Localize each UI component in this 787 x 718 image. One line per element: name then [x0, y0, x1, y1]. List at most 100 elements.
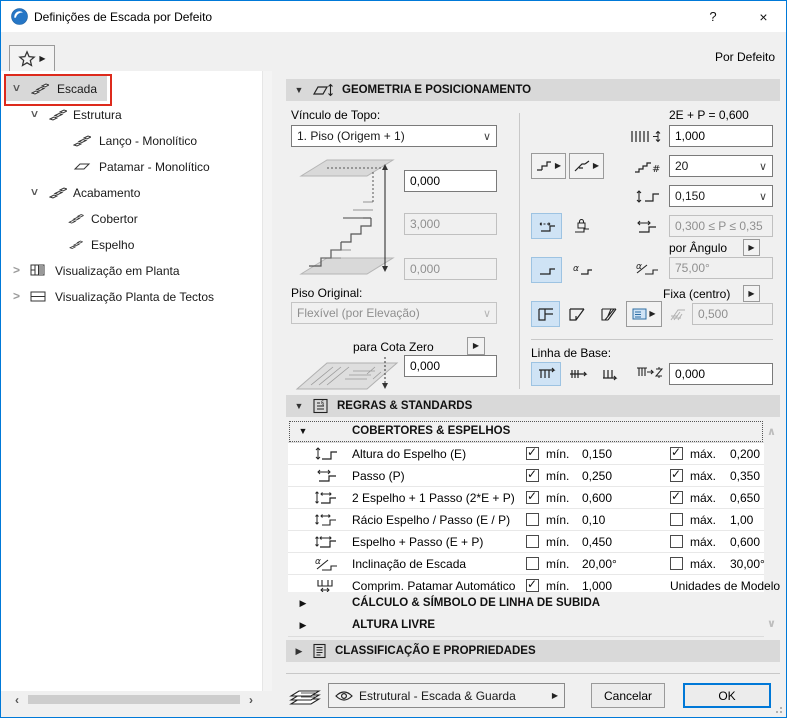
offset-to-top-field[interactable] — [404, 170, 497, 192]
offset-to-bottom-field — [404, 258, 497, 280]
min-value[interactable]: 0,150 — [582, 447, 670, 461]
resize-grip[interactable] — [774, 705, 782, 713]
going-lock-toggle[interactable] — [566, 213, 597, 239]
riser-plus-going-icon — [288, 534, 352, 550]
scroll-down-icon[interactable]: ∨ — [767, 617, 776, 630]
chevron-down-icon[interactable]: > — [28, 188, 42, 195]
min-checkbox[interactable] — [526, 445, 539, 460]
section-title: CLASSIFICAÇÃO E PROPRIEDADES — [335, 645, 536, 657]
section-title: REGRAS & STANDARDS — [337, 400, 473, 412]
tree-item-label: Estrutura — [73, 108, 122, 122]
stair-solution-flyout-button[interactable]: ▶ — [531, 153, 566, 179]
rule-row-two-risers-one-going: 2 Espelho + 1 Passo (2*E + P) mín. 0,600… — [288, 487, 764, 509]
winder-type-diagonal-button[interactable] — [562, 301, 591, 327]
dialog-title: Definições de Escada por Defeito — [34, 10, 213, 24]
tree-item-espelho[interactable]: Espelho — [1, 235, 259, 257]
chevron-right-icon[interactable]: > — [13, 289, 20, 303]
baseline-offset-field[interactable] — [669, 363, 773, 385]
scroll-right-icon[interactable]: › — [249, 693, 253, 707]
max-value[interactable]: 0,650 — [730, 491, 764, 505]
max-value[interactable]: 30,00° — [730, 557, 765, 571]
layer-selector-button[interactable]: Estrutural - Escada & Guarda ▶ — [328, 683, 565, 708]
to-zero-field[interactable] — [404, 355, 497, 377]
max-checkbox[interactable] — [670, 557, 683, 570]
min-value[interactable]: 1,000 — [582, 579, 670, 593]
floor-plan-view-icon — [29, 262, 47, 278]
min-value[interactable]: 0,250 — [582, 469, 670, 483]
subsection-headroom[interactable]: ▶ ALTURA LIVRE — [288, 614, 764, 637]
riser-height-select[interactable]: 0,150 ∨ — [669, 185, 773, 207]
tree-item-estrutura[interactable]: > Estrutura — [1, 105, 259, 127]
classification-icon — [312, 643, 327, 659]
collapse-triangle-icon: ▼ — [294, 401, 304, 411]
fixed-center-flyout-button[interactable]: ▶ — [743, 285, 760, 302]
min-checkbox[interactable] — [526, 535, 539, 548]
help-button[interactable]: ? — [693, 1, 733, 32]
favorites-button[interactable]: ▶ — [9, 45, 55, 72]
max-checkbox[interactable] — [670, 513, 683, 526]
title-bar[interactable]: Definições de Escada por Defeito ? × — [1, 1, 786, 32]
winder-custom-flyout-button[interactable]: ▶ — [626, 301, 662, 327]
winder-type-landing-button[interactable] — [531, 301, 560, 327]
going-icon — [288, 468, 352, 484]
close-button[interactable]: × — [741, 1, 786, 32]
chevron-down-icon: ∨ — [758, 160, 767, 173]
tree-item-lanco-monolitico[interactable]: Lanço - Monolítico — [1, 131, 259, 153]
scroll-up-icon[interactable]: ∧ — [767, 425, 776, 438]
section-rules-header[interactable]: ▼ § REGRAS & STANDARDS — [286, 395, 780, 417]
min-checkbox[interactable] — [526, 513, 539, 526]
tree-item-patamar-monolitico[interactable]: Patamar - Monolítico — [1, 157, 259, 179]
baseline-right-button[interactable] — [595, 362, 625, 386]
chevron-down-icon[interactable]: > — [28, 110, 42, 117]
tree-horizontal-scrollbar[interactable]: ‹ › — [1, 691, 271, 709]
chevron-down-icon: ∨ — [482, 307, 491, 320]
winder-grid-button-disabled — [666, 303, 690, 326]
going-rule-toggle-on[interactable] — [531, 213, 562, 239]
max-value[interactable]: 0,200 — [730, 447, 764, 461]
min-value[interactable]: 0,450 — [582, 535, 670, 549]
section-geometry-header[interactable]: ▼ GEOMETRIA E POSICIONAMENTO — [286, 79, 780, 101]
winder-type-fan-button[interactable] — [594, 301, 623, 327]
max-checkbox[interactable] — [670, 535, 683, 548]
riser-count-select[interactable]: 20 ∨ — [669, 155, 773, 177]
to-zero-label: para Cota Zero — [353, 340, 434, 354]
min-checkbox[interactable] — [526, 489, 539, 504]
tree-vertical-scrollbar[interactable] — [262, 71, 272, 691]
max-checkbox[interactable] — [670, 489, 683, 504]
min-value[interactable]: 0,600 — [582, 491, 670, 505]
min-value[interactable]: 0,10 — [582, 513, 670, 527]
stair-slope-icon: α — [288, 556, 352, 572]
winder-solution-flyout-button[interactable]: ▶ — [569, 153, 604, 179]
min-value[interactable]: 20,00° — [582, 557, 670, 571]
by-angle-flyout-button[interactable]: ▶ — [743, 239, 760, 256]
chevron-right-icon[interactable]: > — [13, 263, 20, 277]
tree-item-cobertor[interactable]: Cobertor — [1, 209, 259, 231]
sloped-tread-toggle[interactable]: α — [566, 257, 597, 283]
section-classification-header[interactable]: ▶ CLASSIFICAÇÃO E PROPRIEDADES — [286, 640, 780, 662]
max-value[interactable]: 0,600 — [730, 535, 764, 549]
max-checkbox[interactable] — [670, 445, 683, 460]
subsection-calculation[interactable]: ▶ CÁLCULO & SÍMBOLO DE LINHA DE SUBIDA — [288, 592, 764, 615]
baseline-left-button[interactable] — [531, 362, 561, 386]
max-value[interactable]: 1,00 — [730, 513, 764, 527]
rules-table: Altura do Espelho (E) mín. 0,150 máx. 0,… — [288, 443, 780, 597]
scroll-left-icon[interactable]: ‹ — [15, 693, 19, 707]
tree-item-acabamento[interactable]: > Acabamento — [1, 183, 259, 205]
app-logo-icon — [11, 8, 28, 25]
tree-item-visualizacao-tectos[interactable]: > Visualização Planta de Tectos — [1, 287, 259, 309]
subsection-treads-risers[interactable]: ▼ COBERTORES & ESPELHOS — [288, 420, 764, 443]
min-checkbox[interactable] — [526, 577, 539, 592]
min-checkbox[interactable] — [526, 557, 539, 570]
baseline-center-button[interactable] — [563, 362, 593, 386]
min-checkbox[interactable] — [526, 467, 539, 482]
ok-button[interactable]: OK — [683, 683, 771, 708]
max-checkbox[interactable] — [670, 467, 683, 482]
to-zero-flyout-button[interactable]: ▶ — [467, 337, 485, 355]
horizontal-tread-toggle-on[interactable] — [531, 257, 562, 283]
max-value[interactable]: 0,350 — [730, 469, 764, 483]
top-link-select[interactable]: 1. Piso (Origem + 1) ∨ — [291, 125, 497, 147]
cancel-button[interactable]: Cancelar — [591, 683, 665, 708]
scrollbar-thumb[interactable] — [28, 695, 240, 704]
tree-item-visualizacao-planta[interactable]: > Visualização em Planta — [1, 261, 259, 283]
flight-width-field[interactable] — [669, 125, 773, 147]
